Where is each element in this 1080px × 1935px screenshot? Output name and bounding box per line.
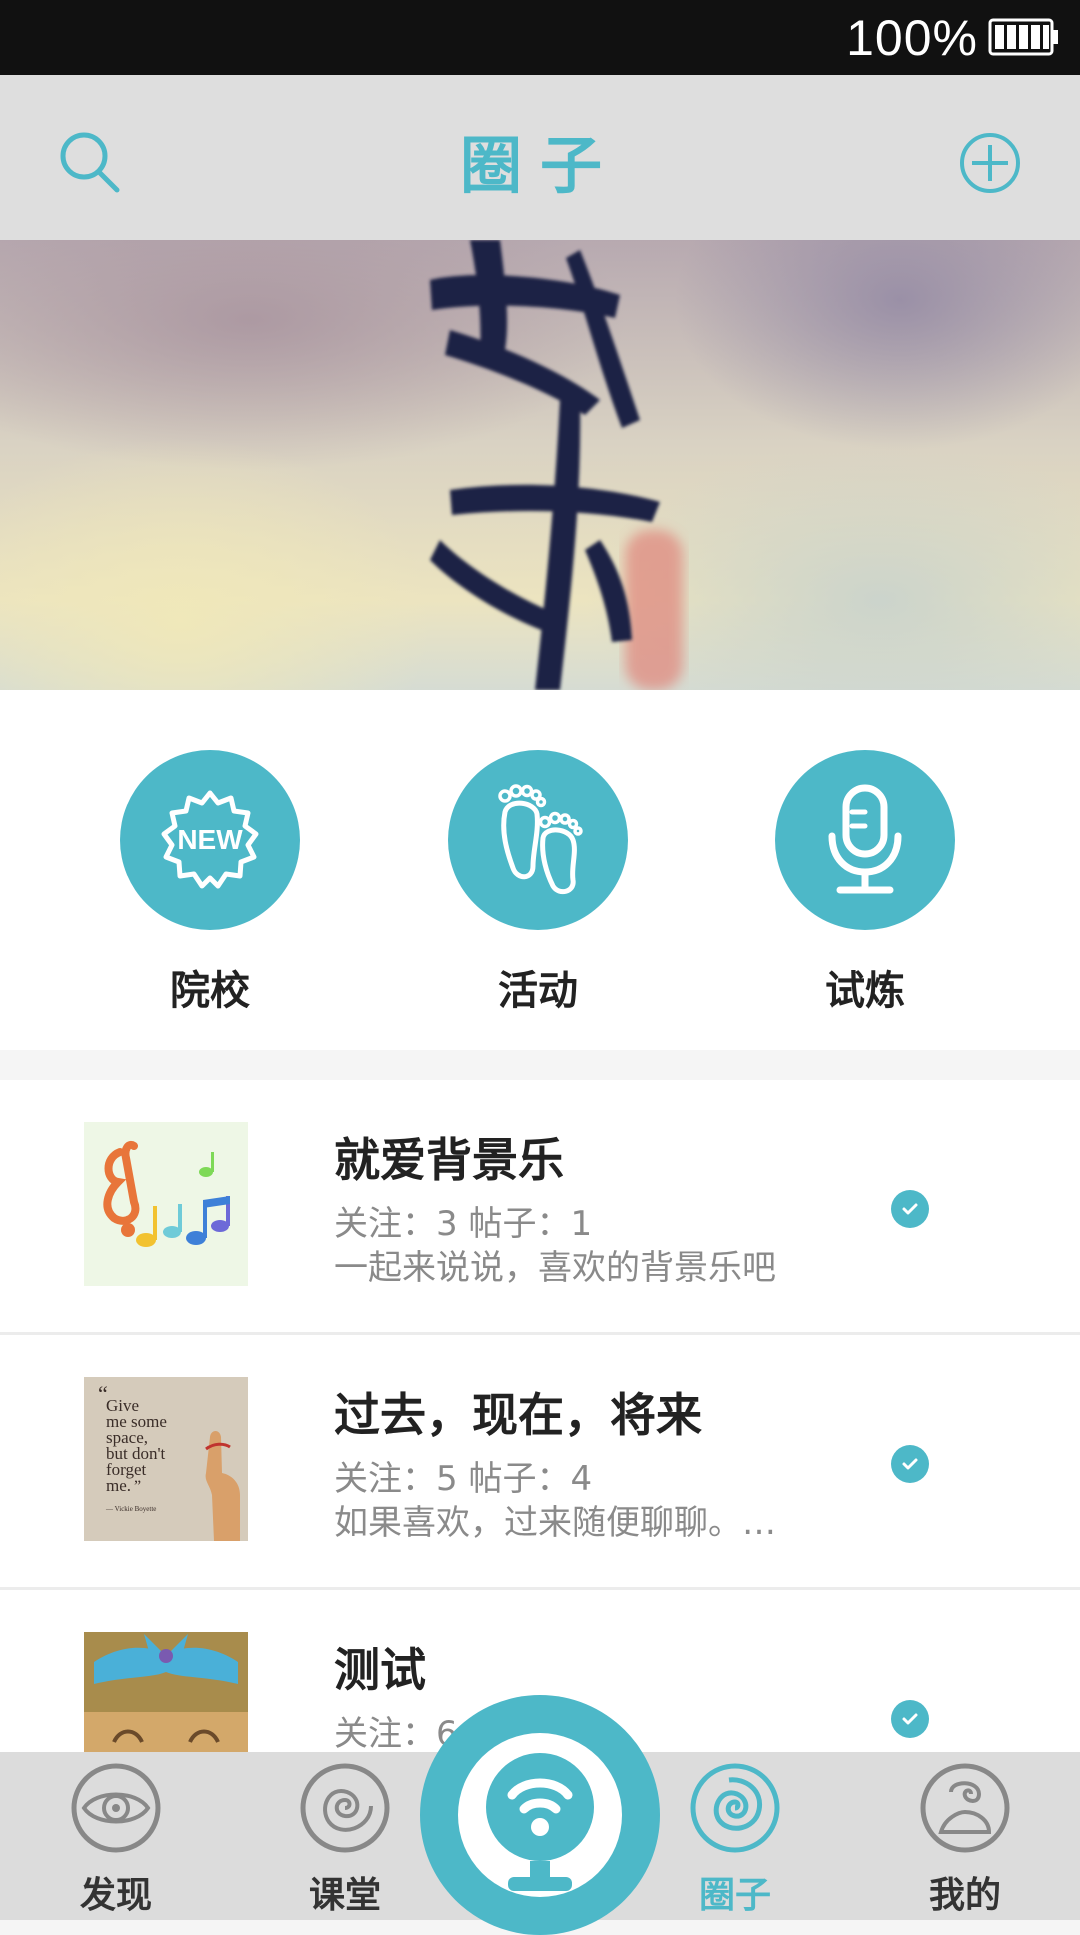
category-school[interactable]: NEW 院校 (120, 750, 300, 1016)
microphone-icon (775, 750, 955, 930)
eye-spiral-icon (71, 1763, 161, 1853)
quote-line: me. (106, 1476, 131, 1495)
center-camera-button[interactable] (420, 1695, 660, 1935)
battery-icon (988, 18, 1058, 56)
circle-description: 一起来说说，喜欢的背景乐吧 (334, 1248, 776, 1288)
camera-icon (458, 1733, 622, 1897)
category-label: 试炼 (825, 968, 905, 1014)
nav-classroom[interactable]: 课堂 (275, 1762, 415, 1918)
nav-circles[interactable]: 圈子 (665, 1762, 805, 1918)
page-title: 圈子 (459, 129, 620, 202)
quote-mark: ” (134, 1478, 141, 1495)
status-bar: 100% (0, 0, 1080, 75)
category-activity[interactable]: 活动 (448, 750, 628, 1016)
header-bar: 圈子 (0, 75, 1080, 240)
check-icon[interactable] (891, 1700, 929, 1738)
circle-stats: 关注：3 帖子：1 (334, 1204, 593, 1244)
check-icon[interactable] (891, 1190, 929, 1228)
circle-title: 过去，现在，将来 (334, 1388, 702, 1442)
music-notes-thumbnail (84, 1122, 248, 1286)
nav-discover[interactable]: 发现 (46, 1762, 186, 1918)
category-row: NEW 院校 活动 试炼 (0, 690, 1080, 1050)
concentric-spiral-icon (690, 1763, 780, 1853)
nav-mine[interactable]: 我的 (895, 1762, 1035, 1918)
plus-circle-icon[interactable] (958, 131, 1022, 195)
svg-text:NEW: NEW (177, 824, 243, 855)
new-badge-icon: NEW (120, 750, 300, 930)
list-item[interactable]: “ Give me some space, but don't forget m… (0, 1335, 1080, 1590)
circle-stats: 关注：5 帖子：4 (334, 1459, 593, 1499)
nav-label: 圈子 (698, 1875, 771, 1916)
profile-spiral-icon (920, 1763, 1010, 1853)
quote-card-thumbnail: “ Give me some space, but don't forget m… (84, 1377, 248, 1541)
footprints-icon (448, 750, 628, 930)
quote-author: — Vickie Boyette (105, 1505, 156, 1513)
calligraphy-artwork (430, 240, 683, 690)
circle-title: 测试 (334, 1643, 426, 1697)
nav-label: 我的 (928, 1875, 1001, 1916)
spiral-icon (300, 1763, 390, 1853)
circle-description: 如果喜欢，过来随便聊聊。… (334, 1503, 776, 1543)
category-trial[interactable]: 试炼 (775, 750, 955, 1016)
list-item[interactable]: 就爱背景乐 关注：3 帖子：1 一起来说说，喜欢的背景乐吧 (0, 1080, 1080, 1335)
battery-percent: 100% (846, 10, 978, 66)
banner-image[interactable] (0, 240, 1080, 690)
circle-title: 就爱背景乐 (334, 1133, 564, 1187)
nav-label: 发现 (79, 1875, 152, 1916)
nav-label: 课堂 (308, 1875, 381, 1916)
category-label: 活动 (498, 968, 578, 1014)
category-label: 院校 (170, 968, 250, 1014)
check-icon[interactable] (891, 1445, 929, 1483)
